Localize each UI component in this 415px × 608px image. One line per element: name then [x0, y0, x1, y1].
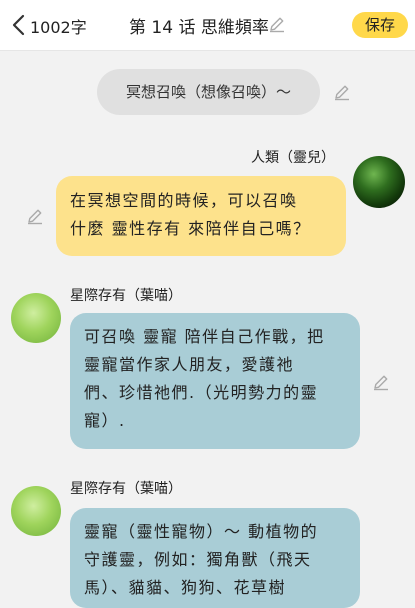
bubble-line: 什麼 靈性存有 來陪伴自己嗎？ [70, 219, 311, 238]
avatar[interactable] [11, 486, 61, 536]
bubble-line: 們、珍惜祂們.（光明勢力的靈 [84, 383, 319, 402]
chat-bubble[interactable]: 可召喚 靈寵 陪伴自己作戰，把 靈寵當作家人朋友，愛護祂 們、珍惜祂們.（光明勢… [70, 313, 360, 449]
save-button[interactable]: 保存 [352, 12, 408, 38]
chevron-left-icon[interactable] [8, 10, 30, 40]
bubble-line: 可召喚 靈寵 陪伴自己作戰，把 [84, 327, 325, 346]
word-count: 1002字 [30, 18, 87, 37]
speaker-name: 人類（靈兒） [251, 150, 335, 166]
bubble-line: 守護靈，例如：獨角獸（飛天 [84, 550, 312, 569]
pencil-icon[interactable] [333, 83, 351, 101]
speaker-name: 星際存有（葉喵） [70, 288, 182, 304]
bubble-line: 靈寵（靈性寵物）～ 動植物的 [84, 522, 319, 541]
pencil-icon[interactable] [26, 207, 44, 225]
bubble-line: 寵）. [84, 411, 126, 430]
pencil-icon[interactable] [268, 15, 286, 33]
pencil-icon[interactable] [372, 373, 390, 391]
avatar[interactable] [11, 293, 61, 343]
scene-note[interactable]: 冥想召喚（想像召喚）～ [97, 69, 320, 115]
bubble-line: 靈寵當作家人朋友，愛護祂 [84, 355, 295, 374]
avatar[interactable] [353, 156, 405, 208]
top-bar: 1002字 第 14 话 思維頻率 保存 [0, 0, 415, 51]
bubble-line: 在冥想空間的時候，可以召喚 [70, 191, 298, 210]
chat-bubble[interactable]: 在冥想空間的時候，可以召喚 什麼 靈性存有 來陪伴自己嗎？ [56, 176, 346, 256]
bubble-line: 馬）、貓貓、狗狗、花草樹 [84, 578, 287, 597]
chat-bubble[interactable]: 靈寵（靈性寵物）～ 動植物的 守護靈，例如：獨角獸（飛天 馬）、貓貓、狗狗、花草… [70, 508, 360, 608]
speaker-name: 星際存有（葉喵） [70, 481, 182, 497]
chapter-title[interactable]: 第 14 话 思維頻率 [129, 13, 269, 38]
